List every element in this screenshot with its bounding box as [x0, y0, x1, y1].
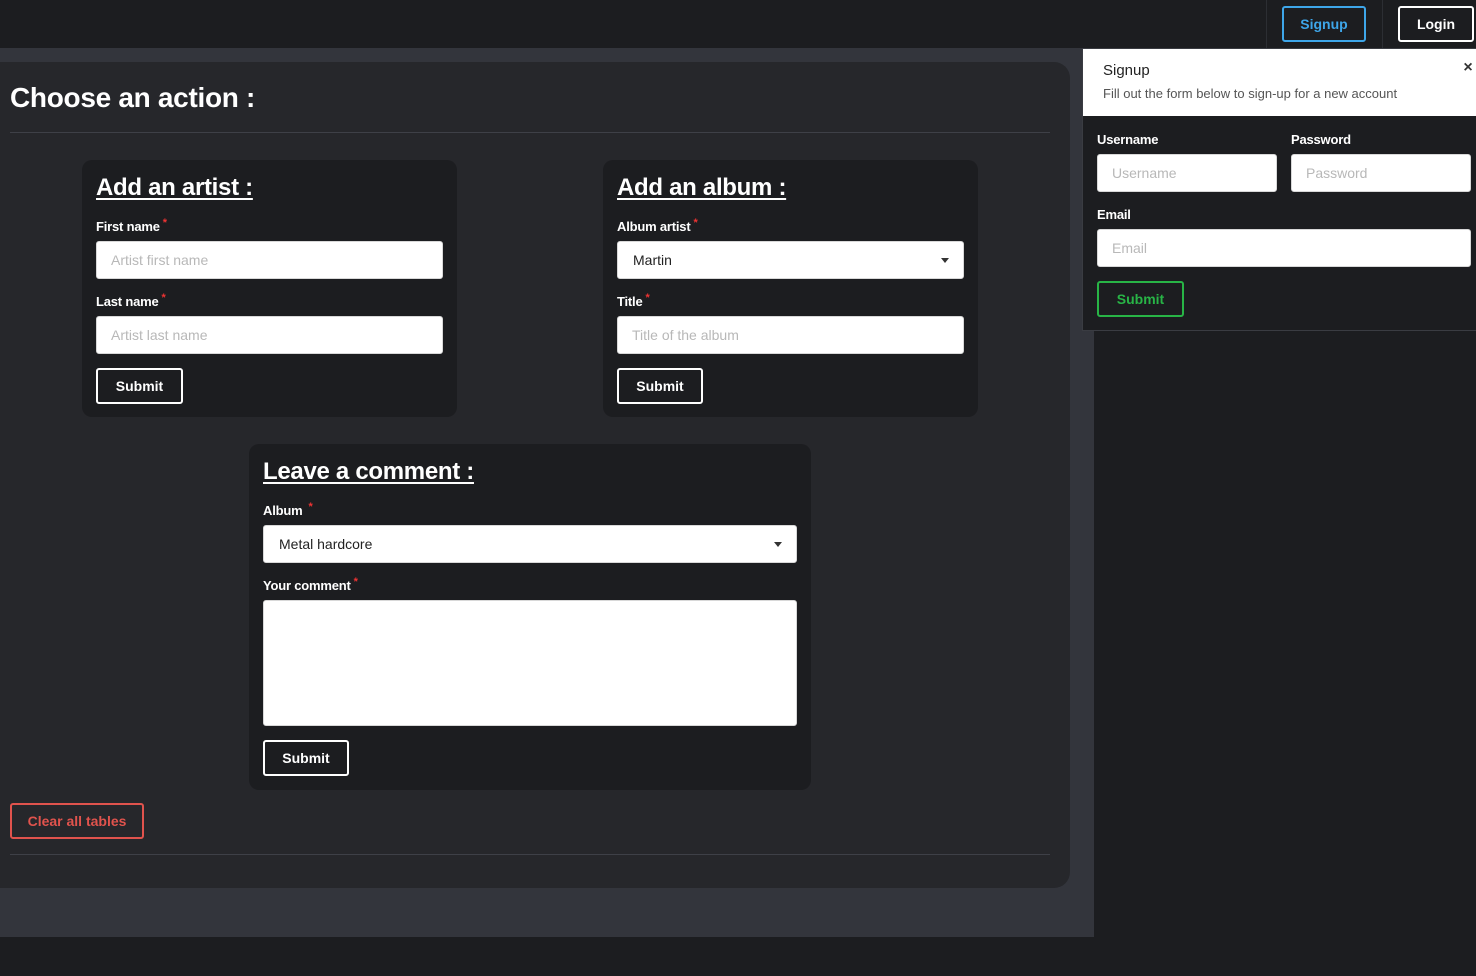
required-mark: * — [162, 217, 167, 229]
clear-all-tables-button[interactable]: Clear all tables — [10, 803, 144, 839]
album-title-label: Title * — [617, 292, 650, 309]
required-mark: * — [308, 501, 313, 513]
comment-album-label: Album * — [263, 501, 313, 518]
comment-textarea[interactable] — [263, 600, 797, 726]
album-artist-value: Martin — [633, 252, 672, 268]
signup-button[interactable]: Signup — [1282, 6, 1366, 42]
signup-dropdown: Signup Fill out the form below to sign-u… — [1082, 48, 1476, 331]
artist-first-name-input[interactable] — [96, 241, 443, 279]
password-label: Password — [1291, 132, 1351, 147]
album-artist-select[interactable]: Martin — [617, 241, 964, 279]
signup-subtitle: Fill out the form below to sign-up for a… — [1103, 86, 1398, 101]
email-label: Email — [1097, 207, 1131, 222]
comment-title: Leave a comment : — [263, 458, 474, 485]
comment-album-value: Metal hardcore — [279, 536, 373, 552]
login-button[interactable]: Login — [1398, 6, 1474, 42]
divider — [10, 854, 1050, 855]
required-mark: * — [353, 576, 358, 588]
your-comment-label: Your comment * — [263, 576, 358, 593]
required-mark: * — [693, 217, 698, 229]
username-label: Username — [1097, 132, 1159, 147]
password-input[interactable] — [1291, 154, 1471, 192]
required-mark: * — [645, 292, 650, 304]
add-album-submit-button[interactable]: Submit — [617, 368, 703, 404]
close-icon[interactable]: × — [1461, 59, 1475, 77]
divider — [10, 132, 1050, 133]
comment-album-select[interactable]: Metal hardcore — [263, 525, 797, 563]
artist-last-name-input[interactable] — [96, 316, 443, 354]
signup-title: Signup — [1103, 62, 1150, 79]
last-name-label: Last name * — [96, 292, 166, 309]
navbar-divider — [1266, 0, 1267, 48]
top-navbar: Signup Login — [0, 0, 1476, 48]
add-artist-submit-button[interactable]: Submit — [96, 368, 183, 404]
chevron-down-icon — [941, 258, 949, 263]
first-name-label: First name * — [96, 217, 167, 234]
album-title-input[interactable] — [617, 316, 964, 354]
page-title: Choose an action : — [10, 82, 256, 113]
chevron-down-icon — [774, 542, 782, 547]
add-artist-title: Add an artist : — [96, 174, 253, 201]
username-input[interactable] — [1097, 154, 1277, 192]
required-mark: * — [161, 292, 166, 304]
signup-submit-button[interactable]: Submit — [1097, 281, 1184, 317]
navbar-divider — [1382, 0, 1383, 48]
add-album-title: Add an album : — [617, 174, 787, 201]
album-artist-label: Album artist * — [617, 217, 698, 234]
email-input[interactable] — [1097, 229, 1471, 267]
signup-header: Signup Fill out the form below to sign-u… — [1083, 49, 1476, 116]
comment-submit-button[interactable]: Submit — [263, 740, 349, 776]
